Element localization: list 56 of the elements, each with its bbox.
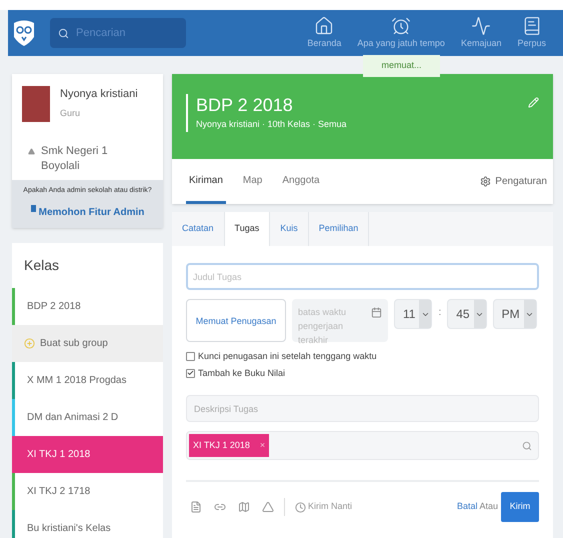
admin-link[interactable]: Memohon Fitur Admin	[30, 204, 144, 220]
home-icon	[314, 16, 334, 36]
flag-icon	[30, 204, 36, 212]
group-tab[interactable]: Anggota	[279, 159, 323, 204]
minute-select[interactable]: 45	[447, 299, 487, 329]
load-assignment-button[interactable]: Memuat Penugasan	[186, 299, 286, 342]
nav-item[interactable]: Kemajuan	[454, 16, 508, 50]
settings-button[interactable]: Pengaturan	[480, 174, 547, 189]
checkbox-option[interactable]: Kunci penugasan ini setelah tenggang waktu	[186, 350, 539, 364]
schedule-button[interactable]: Kirim Nanti	[295, 500, 352, 514]
checkbox[interactable]	[186, 368, 195, 378]
clock-icon	[295, 502, 306, 512]
ampm-select[interactable]: PM	[492, 299, 537, 329]
search-icon	[58, 28, 69, 39]
nav-item[interactable]: Apa yang jatuh tempo	[350, 16, 452, 50]
checkbox-option[interactable]: Tambah ke Buku Nilai	[186, 366, 539, 380]
user-name: Nyonya kristiani	[60, 87, 138, 102]
avatar-photo-placeholder	[22, 86, 50, 122]
title-field[interactable]: Judul Tugas	[186, 263, 539, 290]
class-item[interactable]: XI TKJ 1 2018	[12, 436, 163, 472]
owl-logo-icon	[12, 19, 36, 47]
nav-item[interactable]: Perpus	[510, 16, 553, 50]
user-role: Guru	[60, 106, 82, 120]
group-tab[interactable]: Kiriman	[186, 159, 226, 204]
document-icon[interactable]	[190, 501, 202, 513]
composer-tab[interactable]: Pemilihan	[308, 212, 370, 246]
settings-icon	[480, 176, 492, 187]
hour-select[interactable]: 11	[394, 299, 432, 329]
group-title: BDP 2 2018	[196, 94, 294, 116]
checkbox[interactable]	[186, 352, 195, 362]
link-icon[interactable]	[214, 501, 226, 513]
nav-item[interactable]: Beranda	[300, 16, 348, 50]
create-subgroup-button[interactable]: Buat sub group	[12, 324, 163, 362]
search-field[interactable]: Pencarian	[50, 18, 186, 48]
triangle-icon[interactable]	[262, 501, 274, 513]
composer-tab[interactable]: Kuis	[270, 212, 309, 246]
plus-icon	[24, 338, 35, 348]
recipient-name: XI TKJ 1 2018	[193, 438, 250, 452]
time-separator: :	[438, 306, 442, 320]
remove-button[interactable]: ×	[260, 438, 266, 452]
send-button[interactable]: Kirim	[501, 492, 539, 522]
map-icon[interactable]	[238, 501, 250, 513]
class-list-title: Kelas	[23, 256, 60, 274]
cancel-link[interactable]: Batal	[456, 500, 478, 514]
school-name: Smk Negeri 1 Boyolali	[41, 144, 109, 174]
description-field[interactable]: Deskripsi Tugas	[186, 395, 539, 422]
search-icon	[522, 440, 532, 450]
loading-toast: memuat...	[363, 55, 440, 77]
composer-tab[interactable]: Tugas	[224, 212, 270, 246]
group-subtitle: Nyonya kristiani · 10th Kelas · Semua	[196, 118, 347, 131]
or-text: Atau	[479, 500, 498, 514]
calendar-icon	[371, 307, 382, 318]
group-tab[interactable]: Map	[240, 159, 266, 204]
check-icon	[187, 369, 194, 378]
recipient-field[interactable]: XI TKJ 1 2018 ×	[186, 431, 539, 460]
edit-icon	[528, 97, 539, 108]
